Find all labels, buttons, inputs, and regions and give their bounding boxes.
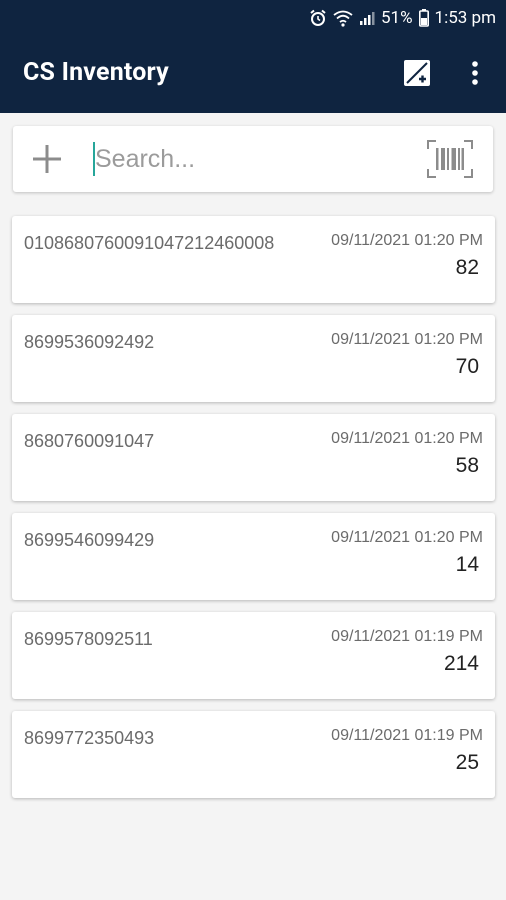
wifi-icon xyxy=(333,9,353,27)
status-bar: 51% 1:53 pm xyxy=(0,0,506,36)
battery-icon xyxy=(418,9,429,27)
item-barcode: 8680760091047 xyxy=(24,431,155,451)
item-barcode: 8699578092511 xyxy=(24,629,153,649)
signal-icon xyxy=(359,10,375,26)
item-date: 09/11/2021 01:19 PM xyxy=(331,727,483,744)
more-options-button[interactable] xyxy=(466,60,484,90)
item-quantity: 25 xyxy=(455,751,479,774)
sort-icon xyxy=(403,59,431,91)
item-quantity: 82 xyxy=(455,256,479,279)
sort-button[interactable] xyxy=(402,60,432,90)
item-barcode: 8699772350493 xyxy=(24,728,155,748)
item-date: 09/11/2021 01:20 PM xyxy=(331,232,483,249)
inventory-item[interactable]: 8699546099429 09/11/2021 01:20 PM 14 xyxy=(12,513,495,600)
battery-percent: 51% xyxy=(380,8,413,28)
item-quantity: 58 xyxy=(455,454,479,477)
item-barcode: 0108680760091047212460008 xyxy=(24,233,275,253)
barcode-scan-icon xyxy=(427,140,473,182)
add-button[interactable] xyxy=(31,143,63,175)
inventory-item[interactable]: 8699536092492 09/11/2021 01:20 PM 70 xyxy=(12,315,495,402)
more-vert-icon xyxy=(471,60,479,90)
app-title: CS Inventory xyxy=(23,58,169,87)
search-input[interactable] xyxy=(95,140,395,178)
item-barcode: 8699536092492 xyxy=(24,332,155,352)
search-bar xyxy=(13,126,493,192)
inventory-item[interactable]: 8680760091047 09/11/2021 01:20 PM 58 xyxy=(12,414,495,501)
item-quantity: 214 xyxy=(443,652,479,675)
inventory-item[interactable]: 8699578092511 09/11/2021 01:19 PM 214 xyxy=(12,612,495,699)
item-barcode: 8699546099429 xyxy=(24,530,155,550)
add-icon xyxy=(31,145,63,179)
item-date: 09/11/2021 01:19 PM xyxy=(331,628,483,645)
barcode-scan-button[interactable] xyxy=(427,140,473,178)
item-date: 09/11/2021 01:20 PM xyxy=(331,529,483,546)
item-date: 09/11/2021 01:20 PM xyxy=(331,331,483,348)
item-date: 09/11/2021 01:20 PM xyxy=(331,430,483,447)
app-bar: CS Inventory xyxy=(0,36,506,113)
status-time: 1:53 pm xyxy=(434,8,496,28)
item-quantity: 70 xyxy=(455,355,479,378)
inventory-item[interactable]: 8699772350493 09/11/2021 01:19 PM 25 xyxy=(12,711,495,798)
alarm-icon xyxy=(309,9,327,27)
inventory-item[interactable]: 0108680760091047212460008 09/11/2021 01:… xyxy=(12,216,495,303)
item-quantity: 14 xyxy=(455,553,479,576)
